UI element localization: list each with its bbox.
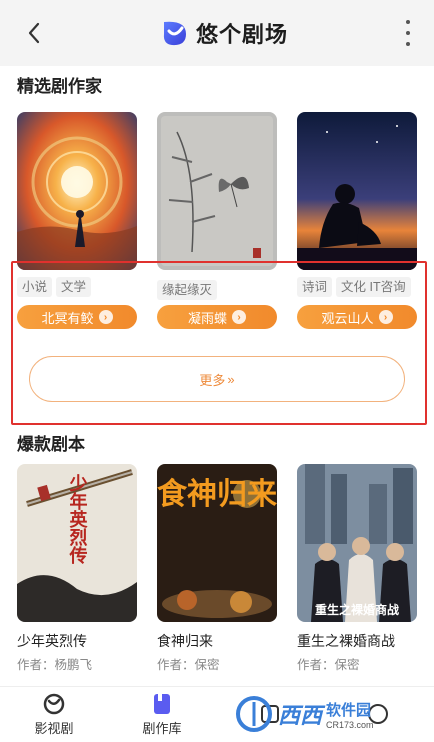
tag: 小说 — [17, 277, 53, 297]
double-chevron-right-icon: » — [227, 371, 235, 387]
chevron-right-icon: › — [232, 310, 246, 324]
watermark-logo: 西西 软件园 CR173.com — [234, 690, 414, 738]
tag: 文化 IT咨询 — [336, 277, 411, 297]
drama-card-image[interactable]: 少年英烈传 — [17, 464, 137, 622]
writer-card-image[interactable] — [17, 112, 137, 270]
author-button[interactable]: 观云山人 › — [297, 305, 417, 329]
writer-card-image[interactable] — [297, 112, 417, 270]
author-name: 观云山人 — [321, 310, 374, 326]
more-writers-button[interactable]: 更多 » — [29, 356, 405, 402]
nav-label: 剧作库 — [142, 721, 182, 736]
nav-label: 影视剧 — [34, 721, 74, 736]
author-name: 凝雨蝶 — [187, 310, 227, 326]
drama-poster-image: 食神归来 — [157, 464, 277, 622]
logo-icon — [163, 21, 186, 46]
poster-title: 重生之裸婚商战 — [315, 602, 399, 617]
watermark-side-top: 软件园 — [326, 701, 372, 719]
poster-title: 食神归来 — [157, 477, 277, 512]
chevron-right-icon: › — [378, 310, 393, 324]
sunset-vortex-image — [17, 112, 137, 270]
more-menu-button[interactable] — [400, 18, 416, 48]
drama-title[interactable]: 重生之裸婚商战 — [297, 631, 395, 651]
tag: 缘起缘灭 — [157, 280, 218, 300]
author-button[interactable]: 北冥有鲛 › — [17, 305, 137, 329]
tag: 诗词 — [297, 277, 333, 297]
tag: 文学 — [56, 277, 92, 297]
drama-card-image[interactable]: 重生之裸婚商战 — [297, 464, 417, 622]
writer-card-image[interactable] — [157, 112, 277, 270]
poster-title: 少年英烈传 — [67, 474, 89, 565]
film-reel-icon — [43, 693, 65, 715]
watermark-logo-icon — [236, 696, 272, 732]
author-button[interactable]: 凝雨蝶 › — [157, 305, 277, 329]
app-header: 悠个剧场 — [0, 0, 434, 66]
drama-card-image[interactable]: 食神归来 — [157, 464, 277, 622]
silhouette-image — [297, 112, 417, 270]
bookmark-icon — [154, 694, 170, 714]
drama-title[interactable]: 食神归来 — [157, 631, 213, 651]
butterfly-ink-image — [157, 112, 277, 270]
drama-author: 作者：保密 — [297, 658, 360, 672]
chevron-right-icon: › — [98, 310, 113, 324]
drama-poster-image: 少年英烈传 — [17, 464, 137, 622]
nav-item-library[interactable]: 剧作库 — [108, 687, 216, 742]
watermark-main: 西西 — [278, 703, 323, 728]
back-button[interactable] — [22, 20, 46, 46]
section-title-writers: 精选剧作家 — [17, 77, 102, 96]
brand: 悠个剧场 — [160, 16, 288, 50]
author-name: 北冥有鲛 — [41, 310, 94, 326]
drama-title[interactable]: 少年英烈传 — [17, 631, 87, 651]
section-title-dramas: 爆款剧本 — [17, 435, 85, 454]
nav-item-films[interactable]: 影视剧 — [0, 687, 108, 742]
writer-tags: 小说 文学 — [17, 277, 92, 297]
drama-author: 作者：保密 — [157, 658, 220, 672]
more-vertical-icon — [406, 20, 410, 24]
writer-tags: 缘起缘灭 — [157, 280, 218, 300]
page-title: 悠个剧场 — [196, 22, 289, 47]
writer-tags: 诗词 文化 IT咨询 — [297, 277, 411, 297]
drama-poster-image: 重生之裸婚商战 — [297, 464, 417, 622]
chevron-left-icon — [28, 22, 40, 44]
drama-author: 作者：杨鹏飞 — [17, 658, 93, 672]
watermark-side-bottom: CR173.com — [326, 719, 374, 730]
more-label: 更多 — [199, 372, 226, 388]
